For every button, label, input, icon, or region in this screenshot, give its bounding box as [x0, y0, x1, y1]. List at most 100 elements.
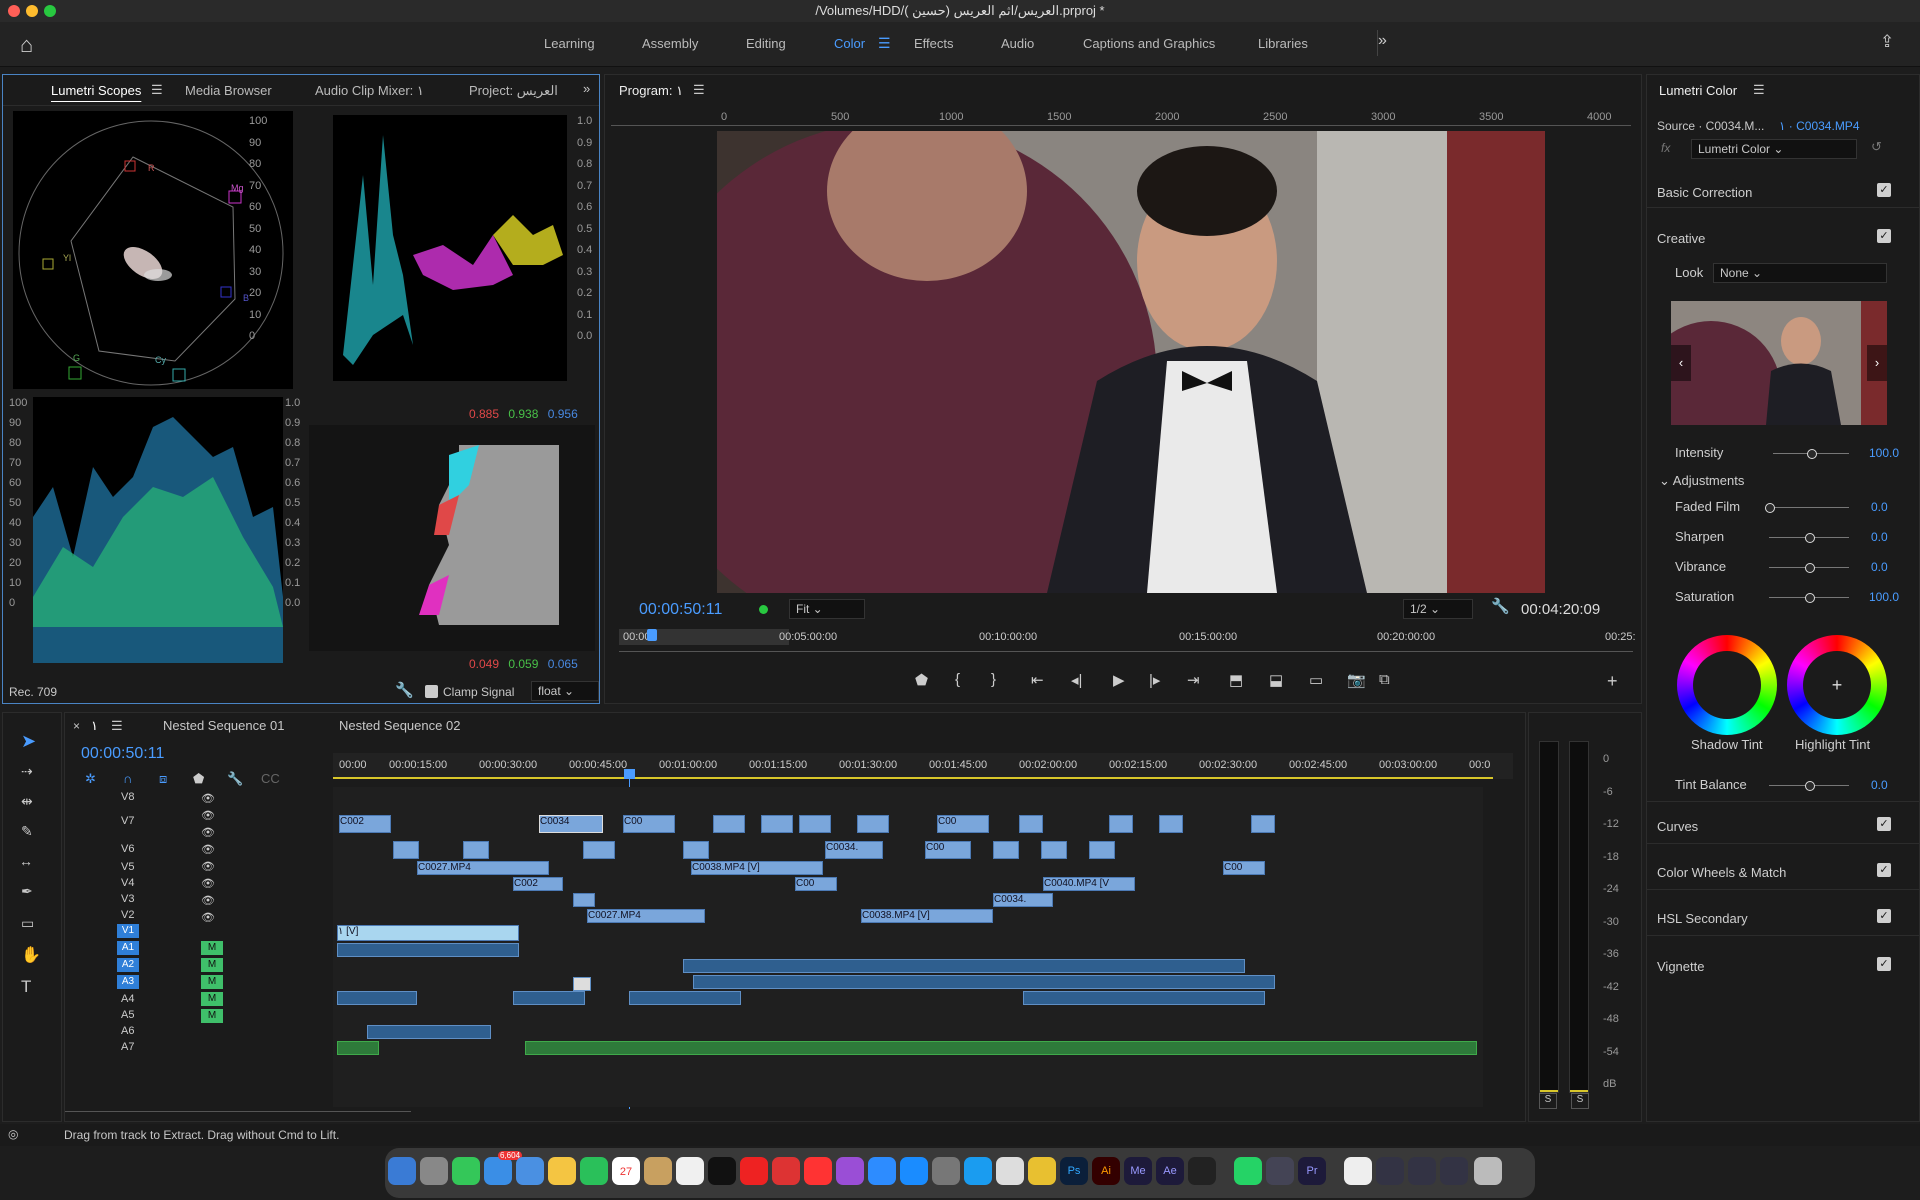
photoshop-icon[interactable]: Ps: [1060, 1157, 1088, 1185]
track-label-a3[interactable]: A3: [117, 975, 139, 989]
clip-v4c[interactable]: C0040.MP4 [V: [1043, 877, 1135, 891]
highlight-tint-crosshair-icon[interactable]: +: [1803, 651, 1871, 719]
settings-wrench-icon[interactable]: 🔧: [1491, 597, 1510, 615]
razor-tool-icon[interactable]: ✎: [21, 823, 33, 840]
app-store-icon[interactable]: [900, 1157, 928, 1185]
clip-v4a[interactable]: C002: [513, 877, 563, 891]
solo-right-button[interactable]: S: [1571, 1093, 1589, 1109]
tint-balance-value[interactable]: 0.0: [1871, 778, 1888, 792]
effect-dropdown[interactable]: Lumetri Color ⌄: [1691, 139, 1857, 159]
next-look-icon[interactable]: ›: [1867, 345, 1887, 381]
previous-look-icon[interactable]: ‹: [1671, 345, 1691, 381]
snap-icon[interactable]: ✲: [85, 771, 96, 787]
basic-correction-checkbox[interactable]: ✓: [1877, 183, 1891, 197]
track-label-v5[interactable]: V5: [121, 861, 134, 873]
faded-film-slider-knob[interactable]: [1765, 503, 1775, 513]
tab-effects[interactable]: Effects: [914, 36, 954, 51]
clip-v7c[interactable]: C00: [623, 815, 675, 833]
tab-editing[interactable]: Editing: [746, 36, 786, 51]
tab-audio-clip-mixer[interactable]: Audio Clip Mixer: ١: [315, 83, 424, 99]
vibrance-slider-knob[interactable]: [1805, 563, 1815, 573]
tab-project[interactable]: Project: العريس: [469, 83, 558, 99]
clip-v5c[interactable]: C00: [1223, 861, 1265, 875]
more-workspaces-icon[interactable]: »: [1378, 32, 1387, 50]
captions-icon[interactable]: CC: [261, 771, 280, 786]
work-area-bar[interactable]: [333, 777, 1493, 779]
tab-color[interactable]: Color: [834, 36, 865, 51]
tab-captions-graphics[interactable]: Captions and Graphics: [1083, 36, 1215, 51]
timeline-ruler[interactable]: 00:00 00:00:15:00 00:00:30:00 00:00:45:0…: [333, 753, 1513, 779]
reset-icon[interactable]: ↺: [1871, 139, 1882, 155]
track-label-v2[interactable]: V2: [121, 909, 134, 921]
track-select-tool-icon[interactable]: ⇢: [21, 763, 33, 780]
pen-tool-icon[interactable]: ✒: [21, 883, 33, 900]
magnet-icon[interactable]: ∩: [123, 771, 132, 786]
tab-sequence-1[interactable]: ١: [91, 718, 98, 734]
panel-menu-icon[interactable]: ☰: [151, 82, 163, 98]
finder-icon[interactable]: [388, 1157, 416, 1185]
illustrator-icon[interactable]: Ai: [1092, 1157, 1120, 1185]
tab-audio[interactable]: Audio: [1001, 36, 1034, 51]
tab-media-browser[interactable]: Media Browser: [185, 83, 272, 98]
system-settings-icon[interactable]: [932, 1157, 960, 1185]
program-timecode[interactable]: 00:00:50:11: [639, 601, 722, 619]
add-marker-icon[interactable]: ⬟: [915, 671, 928, 689]
tab-lumetri-scopes[interactable]: Lumetri Scopes: [51, 83, 141, 98]
audio-clip-a4[interactable]: [629, 991, 741, 1005]
linked-selection-icon[interactable]: ⧈: [159, 771, 167, 787]
source-label[interactable]: Source · C0034.M...: [1657, 119, 1764, 133]
mark-out-icon[interactable]: }: [991, 671, 996, 688]
folder-stack-icon[interactable]: [1408, 1157, 1436, 1185]
youtube-icon[interactable]: [740, 1157, 768, 1185]
contacts-icon[interactable]: [644, 1157, 672, 1185]
clip-v7[interactable]: [857, 815, 889, 833]
clip-v3a[interactable]: C0034.: [993, 893, 1053, 907]
lumetri-menu-icon[interactable]: ☰: [1753, 82, 1765, 98]
go-to-out-icon[interactable]: ⇥: [1187, 671, 1200, 689]
notes-icon[interactable]: [676, 1157, 704, 1185]
timeline-settings-icon[interactable]: 🔧: [227, 771, 243, 787]
sharpen-slider-knob[interactable]: [1805, 533, 1815, 543]
track-label-a6[interactable]: A6: [121, 1025, 134, 1037]
mute-a4-button[interactable]: M: [201, 992, 223, 1006]
clip-v7[interactable]: [1251, 815, 1275, 833]
clip-v7d[interactable]: C00: [937, 815, 989, 833]
clip-v6[interactable]: [583, 841, 615, 859]
tab-assembly[interactable]: Assembly: [642, 36, 698, 51]
screen-recorder-icon[interactable]: [1266, 1157, 1294, 1185]
timeline-timecode[interactable]: 00:00:50:11: [81, 745, 164, 763]
go-to-in-icon[interactable]: ⇤: [1031, 671, 1044, 689]
track-area[interactable]: C002 C0034 C00 C00 C0034. C00 C0027.MP4 …: [333, 787, 1483, 1107]
clip-v1a[interactable]: ١ [V]: [337, 925, 519, 941]
program-title[interactable]: Program: ١: [619, 83, 683, 99]
clip-v6[interactable]: [1089, 841, 1115, 859]
facetime-icon[interactable]: [580, 1157, 608, 1185]
clip-v7[interactable]: [1159, 815, 1183, 833]
zoom-bar[interactable]: [619, 651, 1633, 652]
track-label-v7[interactable]: V7: [121, 815, 134, 827]
compare-view-icon[interactable]: ▭: [1309, 671, 1323, 689]
timeline-menu-icon[interactable]: ☰: [111, 718, 123, 734]
workspace-menu-icon[interactable]: ☰: [878, 35, 891, 52]
clip-v7[interactable]: [1019, 815, 1043, 833]
track-label-a7[interactable]: A7: [121, 1041, 134, 1053]
tab-nested-sequence-02[interactable]: Nested Sequence 02: [339, 718, 460, 733]
more-tabs-icon[interactable]: »: [583, 81, 590, 96]
apple-tv-icon[interactable]: [708, 1157, 736, 1185]
clip-v7[interactable]: [1109, 815, 1133, 833]
saturation-slider-knob[interactable]: [1805, 593, 1815, 603]
highlight-tint-wheel[interactable]: +: [1787, 635, 1887, 735]
podcasts-icon[interactable]: [836, 1157, 864, 1185]
clip-v7a[interactable]: C002: [339, 815, 391, 833]
vibrance-value[interactable]: 0.0: [1871, 560, 1888, 574]
color-wheels-match-checkbox[interactable]: ✓: [1877, 863, 1891, 877]
look-dropdown[interactable]: None ⌄: [1713, 263, 1887, 283]
audio-clip-a7[interactable]: [525, 1041, 1477, 1055]
audio-clip-a4[interactable]: [513, 991, 585, 1005]
color-wheels-match-section[interactable]: Color Wheels & Match: [1657, 865, 1786, 880]
clip-v7[interactable]: [761, 815, 793, 833]
shadow-tint-wheel[interactable]: [1677, 635, 1777, 735]
audio-clip-a6[interactable]: [367, 1025, 491, 1039]
music-icon[interactable]: [804, 1157, 832, 1185]
audio-clip-a3[interactable]: [693, 975, 1275, 989]
